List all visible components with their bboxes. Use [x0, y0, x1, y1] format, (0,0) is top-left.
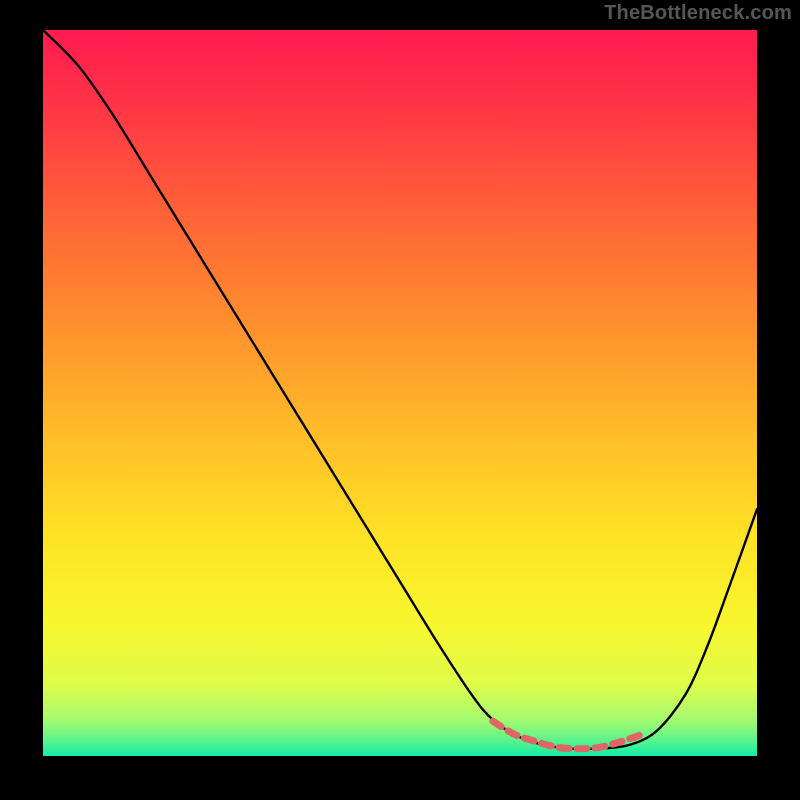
attribution-text: TheBottleneck.com	[604, 2, 792, 25]
gradient-panel	[43, 30, 757, 756]
chart-area	[43, 30, 757, 756]
chart-svg	[43, 30, 757, 756]
